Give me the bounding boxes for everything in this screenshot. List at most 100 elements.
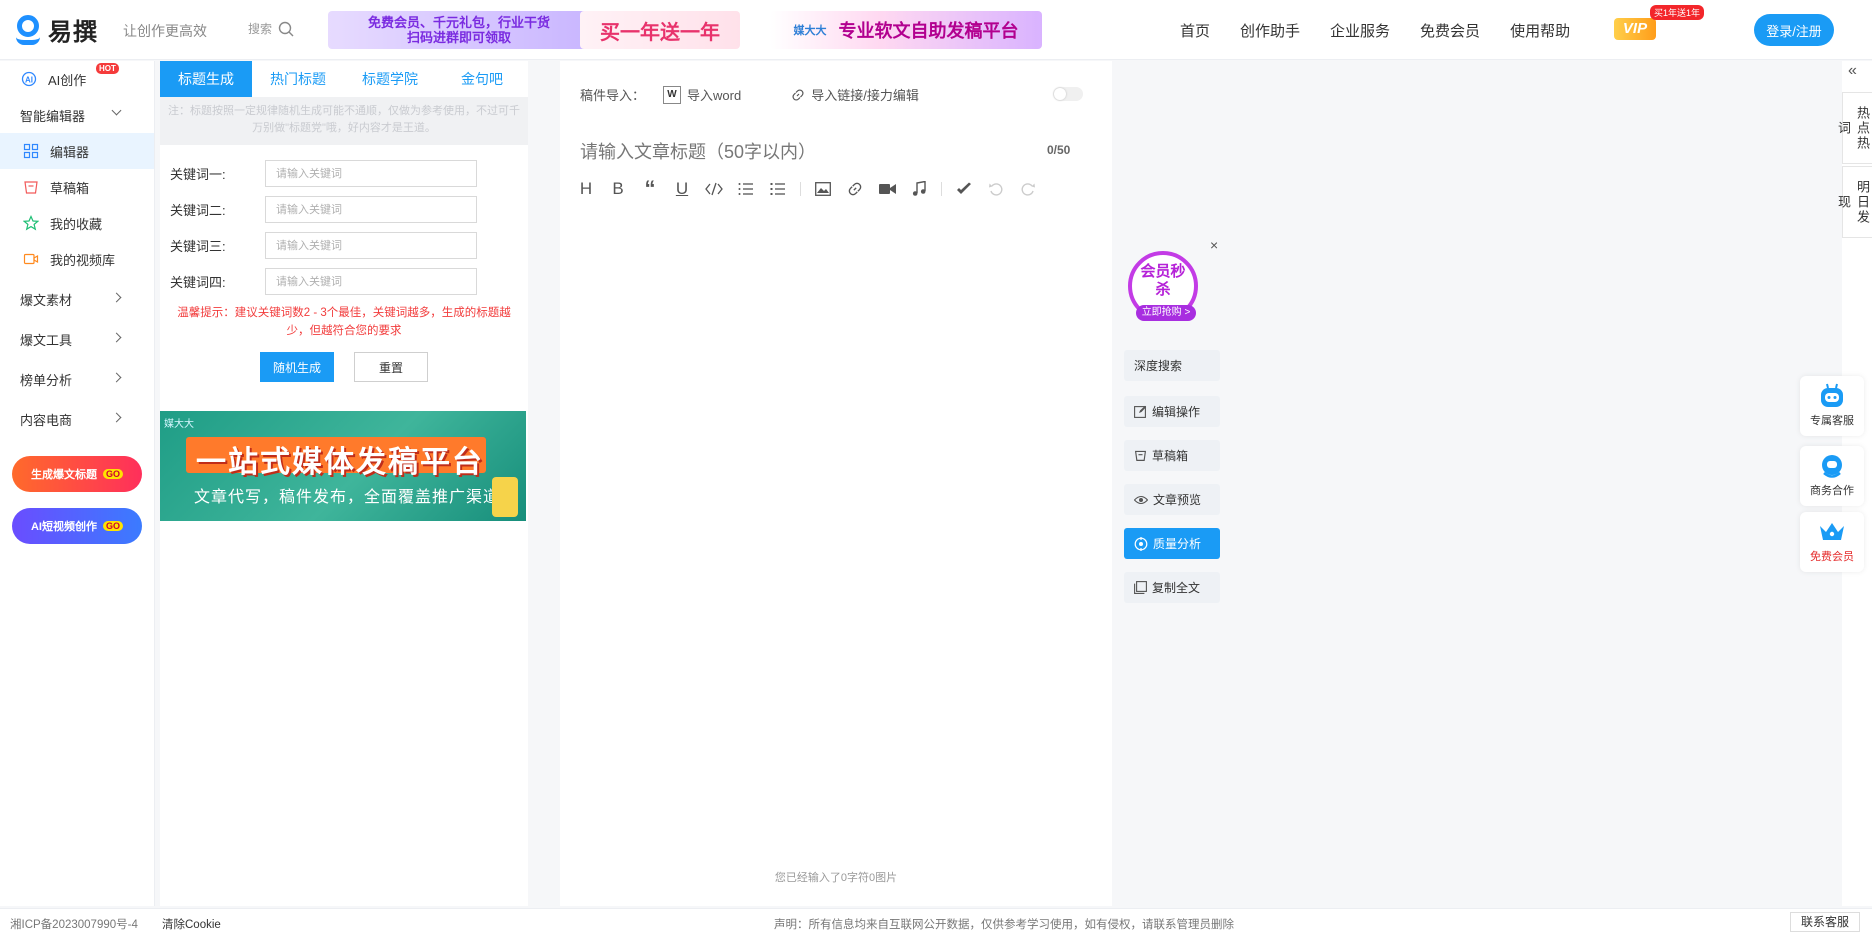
import-word-link[interactable]: 导入word [687,85,741,104]
ad-subtitle: 文章代写，稿件发布，全面覆盖推广渠道 [194,489,501,506]
promo-generate-title[interactable]: 生成爆文标题 GO [12,456,142,492]
vip-button[interactable]: VIP [1614,18,1656,40]
quality-analysis-button[interactable]: 质量分析 [1124,528,1220,559]
media-ad-banner[interactable]: 媒大大 一站式媒体发稿平台 文章代写，稿件发布，全面覆盖推广渠道 [160,411,526,521]
tool-label: 编辑操作 [1152,405,1201,419]
tab-title-generate[interactable]: 标题生成 [160,61,252,97]
random-generate-button[interactable]: 随机生成 [260,352,334,382]
login-register-button[interactable]: 登录/注册 [1754,14,1834,46]
sidebar-item-ranking[interactable]: 榜单分析 [0,361,154,397]
edit-icon [1134,405,1147,418]
sidebar-item-label: 我的视频库 [50,252,116,268]
keyword-input-1[interactable] [265,160,477,187]
tab-hot-titles[interactable]: 热门标题 [252,61,344,97]
unordered-list-icon[interactable] [762,177,794,201]
relay-edit-toggle[interactable] [1053,87,1083,101]
promo-ai-video[interactable]: AI短视频创作 GO [12,508,142,544]
keyword-row: 关键词二: [170,196,528,223]
deep-search-button[interactable]: 深度搜索 [1124,350,1220,381]
collapse-icon[interactable]: « [1848,62,1857,80]
reset-button[interactable]: 重置 [354,352,428,382]
link-icon[interactable] [839,177,871,201]
robot-icon [1818,382,1846,410]
promo-banner-line2: 扫码进群即可领取 [406,30,511,45]
import-link-label: 导入链接/接力编辑 [811,88,919,103]
tool-label: 草稿箱 [1152,449,1189,463]
dedicated-support-card[interactable]: 专属客服 [1800,376,1864,436]
tab-golden-quotes[interactable]: 金句吧 [436,61,528,97]
title-notice: 注：标题按照一定规律随机生成可能不通顺，仅做为参考使用，不过可千万别做"标题党"… [160,97,528,145]
copy-all-button[interactable]: 复制全文 [1124,572,1220,603]
tab-tomorrow-discover[interactable]: 明日发现 [1836,166,1872,238]
video-icon [22,250,40,268]
music-icon[interactable] [903,177,935,201]
sidebar-item-label: 编辑器 [50,144,90,160]
grid-icon [22,142,40,160]
sidebar-item-drafts[interactable]: 草稿箱 [0,169,154,205]
nav-free-member[interactable]: 免费会员 [1420,20,1480,41]
icp-license[interactable]: 湘ICP备2023007990号-4 [10,916,138,932]
promo-banner-free-vip[interactable]: 免费会员、千元礼包，行业干货 扫码进群即可领取 [328,11,590,49]
quote-button[interactable]: “ [634,176,666,201]
underline-button[interactable]: U [666,177,698,201]
article-preview-button[interactable]: 文章预览 [1124,484,1220,515]
tab-title-academy[interactable]: 标题学院 [344,61,436,97]
search-label: 搜索 [248,22,273,36]
sidebar-item-video-library[interactable]: 我的视频库 [0,241,154,277]
slogan: 让创作更高效 [123,23,207,39]
heading-button[interactable]: H [570,177,602,201]
code-icon[interactable] [698,177,730,201]
sidebar-item-ai-creation[interactable]: AI AI创作 HOT [0,61,154,97]
nav-help[interactable]: 使用帮助 [1510,20,1570,41]
editor-toolbar: H B “ U [570,176,1044,201]
promo-banner-buy-one[interactable]: 买一年送一年 [580,11,740,49]
title-char-count: 0/50 [1047,143,1071,157]
sidebar-item-viral-tools[interactable]: 爆文工具 [0,321,154,357]
nav-creation-assistant[interactable]: 创作助手 [1240,20,1300,41]
business-cooperation-card[interactable]: 商务合作 [1800,446,1864,506]
top-search[interactable]: 搜索 [248,20,294,37]
tool-label: 文章预览 [1153,493,1202,507]
chevron-down-icon [111,105,122,116]
promo-banner-media[interactable]: 媒大大 专业软文自助发稿平台 [770,11,1042,49]
nav-home[interactable]: 首页 [1180,20,1210,41]
keyword-input-2[interactable] [265,196,477,223]
redo-icon[interactable] [1012,177,1044,201]
flash-sale-text: 会员秒杀 [1140,263,1186,298]
video-camera-icon[interactable] [871,177,903,201]
sidebar-item-smart-editor[interactable]: 智能编辑器 [0,97,154,133]
sidebar-item-editor[interactable]: 编辑器 [0,133,154,169]
sidebar-item-label: 智能编辑器 [20,108,86,124]
drafts-button[interactable]: 草稿箱 [1124,440,1220,471]
sidebar-item-ecommerce[interactable]: 内容电商 [0,401,154,437]
article-title-input[interactable] [580,137,1010,167]
keyword-input-3[interactable] [265,232,477,259]
nav-enterprise[interactable]: 企业服务 [1330,20,1390,41]
keyword-input-4[interactable] [265,268,477,295]
member-flash-sale[interactable]: 会员秒杀 立即抢购 > [1124,249,1214,329]
chevron-right-icon [111,412,122,423]
undo-icon[interactable] [980,177,1012,201]
format-brush-icon[interactable] [948,177,980,201]
eye-icon [1134,495,1148,504]
clear-cookie-link[interactable]: 清除Cookie [162,916,221,932]
search-icon[interactable] [278,21,294,37]
image-icon[interactable] [807,177,839,201]
sidebar-item-viral-material[interactable]: 爆文素材 [0,281,154,317]
promo-label: 生成爆文标题 [30,469,97,481]
edit-operation-button[interactable]: 编辑操作 [1124,396,1220,427]
free-member-card[interactable]: 免费会员 [1800,512,1864,572]
keyword-row: 关键词三: [170,232,528,259]
sidebar-item-favorites[interactable]: 我的收藏 [0,205,154,241]
card-label: 商务合作 [1810,485,1854,497]
tool-label: 复制全文 [1152,581,1201,595]
import-link-button[interactable]: 导入链接/接力编辑 [791,85,919,104]
tab-hot-words[interactable]: 热点热词 [1836,92,1872,164]
ordered-list-icon[interactable] [730,177,762,201]
ad-title: 一站式媒体发稿平台 [196,446,484,479]
bold-button[interactable]: B [602,177,634,201]
logo[interactable]: 易撰 [14,12,98,47]
contact-support-button[interactable]: 联系客服 [1790,912,1861,932]
crown-icon [1818,518,1846,546]
copy-icon [1134,581,1147,594]
